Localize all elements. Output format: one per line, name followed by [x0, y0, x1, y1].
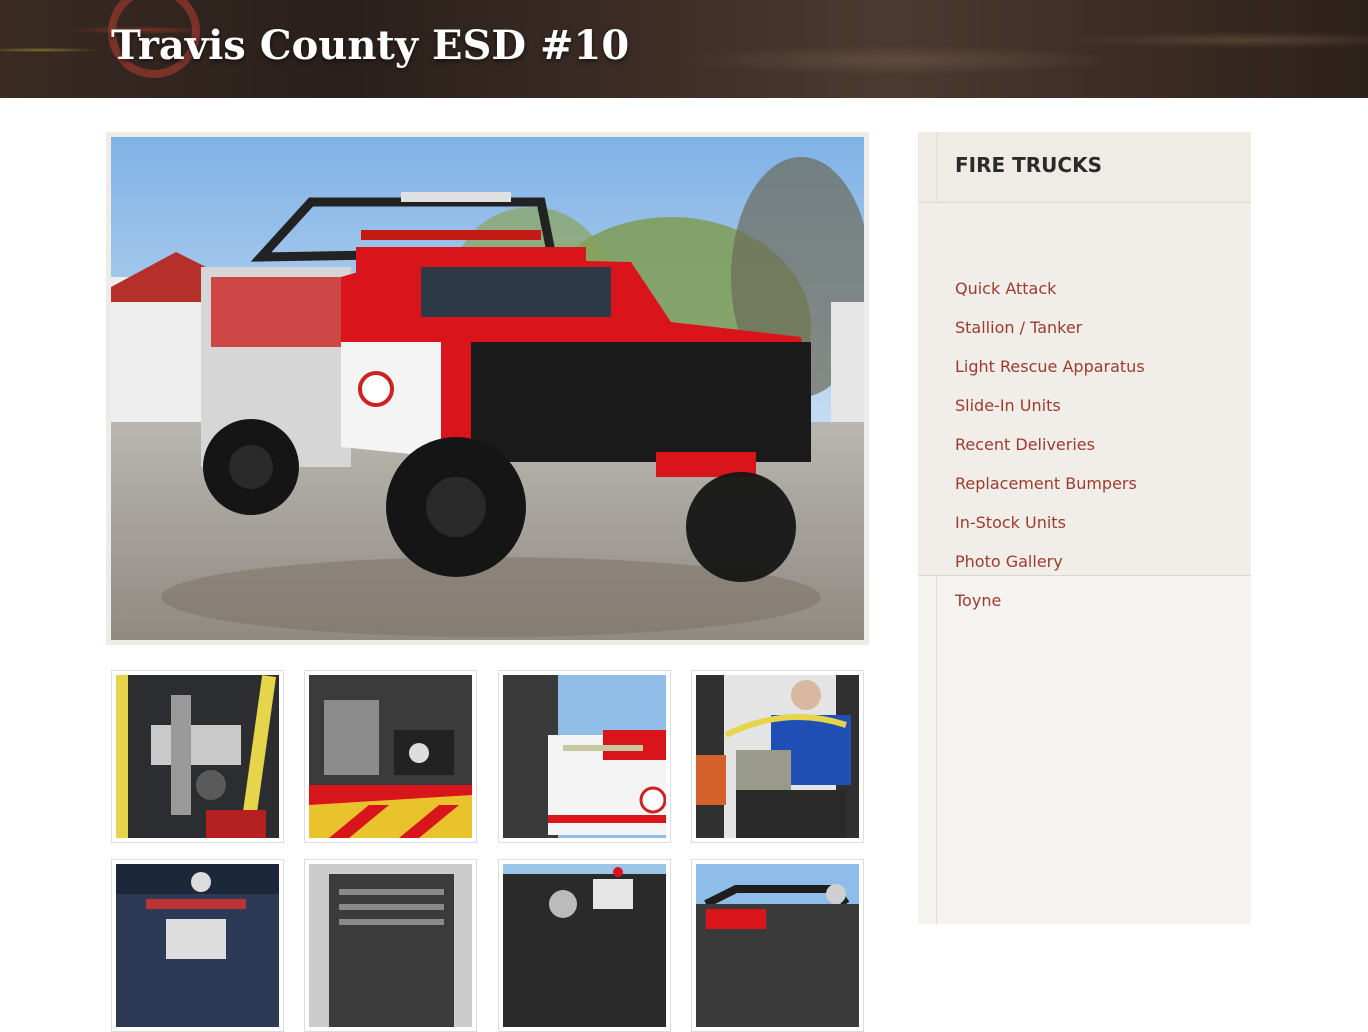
rear-compartment-thumbnail[interactable]	[309, 864, 472, 1027]
side-compartment-thumbnail[interactable]	[503, 675, 666, 838]
main-photo-frame	[106, 132, 869, 645]
thumbnail[interactable]	[498, 859, 671, 1032]
menu-item-recent-deliveries[interactable]: Recent Deliveries	[955, 433, 1095, 457]
page-title: Travis County ESD #10	[111, 22, 630, 69]
control-panel-thumbnail[interactable]	[116, 864, 279, 1027]
site-header-banner: Travis County ESD #10	[0, 0, 1368, 98]
thumbnail[interactable]	[691, 859, 864, 1032]
pump-compartment-thumbnail[interactable]	[309, 675, 472, 838]
main-fire-truck-photo[interactable]	[111, 137, 864, 640]
menu-item-toyne[interactable]: Toyne	[955, 589, 1001, 613]
sidebar-title: FIRE TRUCKS	[955, 153, 1102, 177]
pump-panel-thumbnail[interactable]	[116, 675, 279, 838]
menu-item-light-rescue-apparatus[interactable]: Light Rescue Apparatus	[955, 355, 1145, 379]
sidebar: FIRE TRUCKS Quick Attack Stallion / Tank…	[918, 132, 1251, 924]
operator-with-hose-thumbnail[interactable]	[696, 675, 859, 838]
thumbnail[interactable]	[498, 670, 671, 843]
menu-item-photo-gallery[interactable]: Photo Gallery	[955, 550, 1063, 574]
menu-item-slide-in-units[interactable]: Slide-In Units	[955, 394, 1061, 418]
fire-trucks-menu: Quick Attack Stallion / Tanker Light Res…	[918, 203, 1251, 610]
thumbnail[interactable]	[304, 670, 477, 843]
menu-item-quick-attack[interactable]: Quick Attack	[955, 277, 1056, 301]
thumbnail[interactable]	[691, 670, 864, 843]
thumbnail[interactable]	[111, 670, 284, 843]
menu-item-stallion-tanker[interactable]: Stallion / Tanker	[955, 316, 1082, 340]
menu-item-replacement-bumpers[interactable]: Replacement Bumpers	[955, 472, 1137, 496]
thumbnail[interactable]	[111, 859, 284, 1032]
thumbnail[interactable]	[304, 859, 477, 1032]
roll-cage-thumbnail[interactable]	[696, 864, 859, 1027]
menu-item-in-stock-units[interactable]: In-Stock Units	[955, 511, 1066, 535]
rear-deck-thumbnail[interactable]	[503, 864, 666, 1027]
